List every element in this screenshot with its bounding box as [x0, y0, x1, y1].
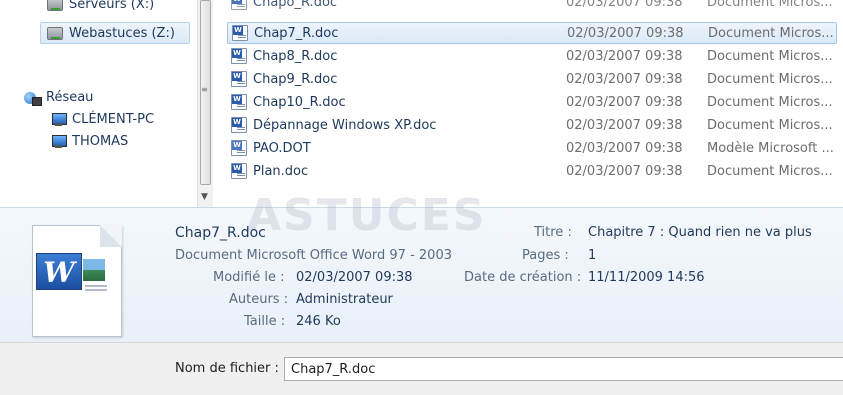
word-document-icon — [231, 117, 247, 133]
file-date: 02/03/2007 09:38 — [566, 71, 683, 87]
detail-created-value: 11/11/2009 14:56 — [588, 270, 705, 285]
filename-input[interactable] — [284, 357, 843, 381]
file-date: 02/03/2007 09:38 — [566, 140, 683, 156]
word-document-icon — [232, 25, 248, 41]
file-type: Document Micros... — [708, 25, 834, 41]
detail-created-label: Date de création : — [464, 270, 582, 285]
word-document-icon — [231, 94, 247, 110]
file-type: Document Micros... — [707, 0, 833, 10]
file-date: 02/03/2007 09:38 — [566, 117, 683, 133]
nav-item-label: Serveurs (X:) — [69, 0, 155, 12]
file-name: Chap7_R.doc — [254, 25, 339, 41]
file-date: 02/03/2007 09:38 — [566, 48, 683, 64]
file-row[interactable]: Chap9_R.doc 02/03/2007 09:38 Document Mi… — [227, 68, 837, 90]
file-type: Document Micros... — [707, 71, 833, 87]
nav-item-label: Webastuces (Z:) — [69, 25, 175, 41]
detail-size-label: Taille : — [244, 314, 286, 329]
file-name: PAO.DOT — [253, 140, 311, 156]
word-document-icon — [231, 48, 247, 64]
details-pane: ASTUCES W Chap7_R.doc Document Microsoft… — [0, 190, 843, 342]
file-row[interactable]: Chap10_R.doc 02/03/2007 09:38 Document M… — [227, 91, 837, 113]
file-date: 02/03/2007 09:38 — [566, 0, 683, 10]
file-row[interactable]: Dépannage Windows XP.doc 02/03/2007 09:3… — [227, 114, 837, 136]
detail-authors-value[interactable]: Administrateur — [296, 292, 393, 307]
word-document-icon — [231, 0, 247, 10]
detail-pages-value: 1 — [588, 248, 597, 263]
file-name: Chap9_R.doc — [253, 71, 338, 87]
nav-item-label: Réseau — [46, 89, 94, 105]
file-type: Document Micros... — [707, 48, 833, 64]
file-row[interactable]: PAO.DOT 02/03/2007 09:38 Modèle Microsof… — [227, 137, 837, 159]
network-icon — [24, 91, 42, 106]
file-row-selected[interactable]: Chap7_R.doc 02/03/2007 09:38 Document Mi… — [227, 22, 837, 44]
file-name: Dépannage Windows XP.doc — [253, 117, 437, 133]
network-drive-icon — [47, 26, 63, 40]
file-type: Document Micros... — [707, 163, 833, 179]
nav-item-label: CLÉMENT-PC — [72, 111, 155, 127]
nav-item-label: THOMAS — [72, 133, 129, 149]
detail-filetype: Document Microsoft Office Word 97 - 2003 — [175, 248, 452, 263]
word-template-icon — [231, 140, 247, 156]
navigation-pane: Serveurs (X:) Webastuces (Z:) Réseau CLÉ… — [0, 0, 197, 207]
detail-pages-label: Pages : — [522, 248, 569, 263]
word-document-icon: W — [32, 225, 122, 337]
nav-item-thomas[interactable]: THOMAS — [50, 130, 128, 152]
file-type: Modèle Microsoft ... — [707, 140, 834, 156]
filename-label: Nom de fichier : — [175, 361, 279, 376]
file-date: 02/03/2007 09:38 — [566, 163, 683, 179]
detail-modified-label: Modifié le : — [213, 270, 285, 285]
file-row[interactable]: Chap8_R.doc 02/03/2007 09:38 Document Mi… — [227, 45, 837, 67]
computer-icon — [50, 112, 67, 126]
file-name: Chapo_R.doc — [253, 0, 338, 10]
file-date: 02/03/2007 09:38 — [567, 25, 684, 41]
detail-title-value[interactable]: Chapitre 7 : Quand rien ne va plus — [588, 225, 812, 240]
filename-bar: Nom de fichier : — [0, 342, 843, 395]
file-type: Document Micros... — [707, 117, 833, 133]
file-row[interactable]: Chapo_R.doc 02/03/2007 09:38 Document Mi… — [227, 0, 837, 13]
detail-title-label: Titre : — [534, 225, 572, 240]
nav-scrollbar[interactable]: ≡ ▼ — [197, 0, 213, 207]
nav-item-webastuces[interactable]: Webastuces (Z:) — [40, 22, 190, 44]
detail-authors-label: Auteurs : — [229, 292, 289, 307]
network-drive-icon — [47, 0, 63, 11]
computer-icon — [50, 134, 67, 148]
file-name: Plan.doc — [253, 163, 309, 179]
word-document-icon — [231, 71, 247, 87]
file-row[interactable]: Plan.doc 02/03/2007 09:38 Document Micro… — [227, 160, 837, 182]
grip-icon: ≡ — [201, 85, 208, 94]
detail-modified-value: 02/03/2007 09:38 — [296, 270, 413, 285]
file-date: 02/03/2007 09:38 — [566, 94, 683, 110]
file-name: Chap10_R.doc — [253, 94, 346, 110]
chevron-down-icon[interactable]: ▼ — [201, 192, 208, 202]
detail-size-value: 246 Ko — [296, 314, 341, 329]
file-name: Chap8_R.doc — [253, 48, 338, 64]
watermark: ASTUCES — [247, 190, 487, 241]
nav-item-reseau[interactable]: Réseau — [24, 86, 93, 108]
file-type: Document Micros... — [707, 94, 833, 110]
nav-item-clement-pc[interactable]: CLÉMENT-PC — [50, 108, 154, 130]
word-document-icon — [231, 163, 247, 179]
nav-item-serveurs[interactable]: Serveurs (X:) — [47, 0, 154, 15]
file-list: Chapo_R.doc 02/03/2007 09:38 Document Mi… — [213, 0, 843, 207]
detail-filename: Chap7_R.doc — [175, 225, 266, 241]
